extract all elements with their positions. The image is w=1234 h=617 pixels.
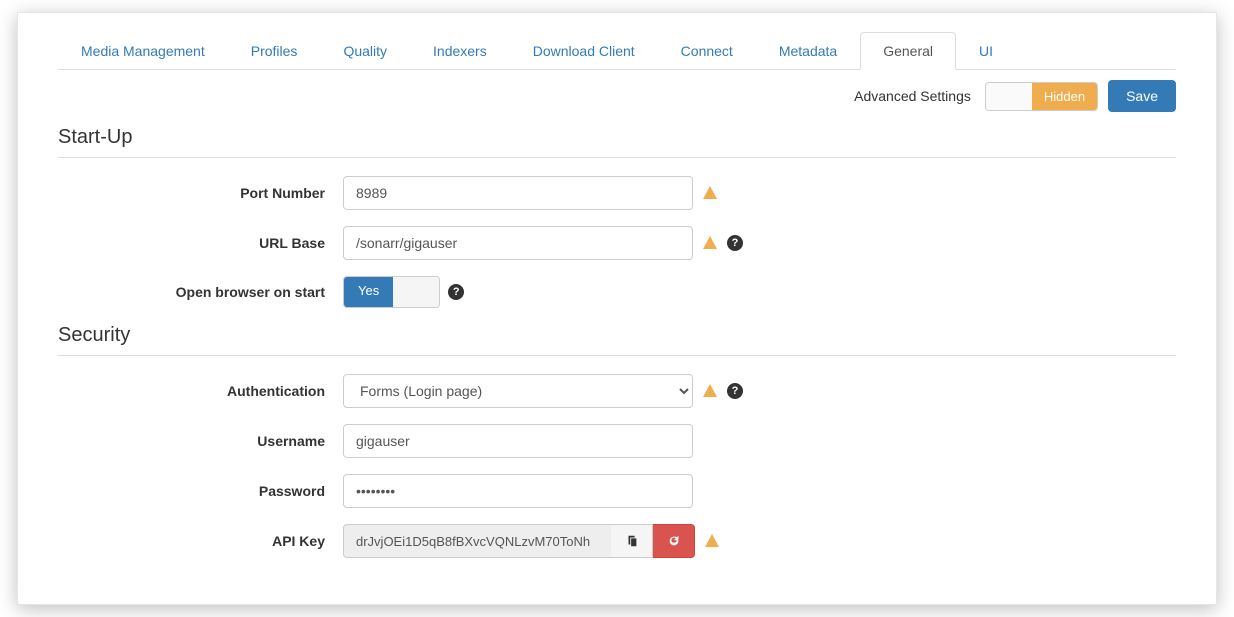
warning-icon [701, 184, 719, 202]
toggle-off-segment[interactable] [393, 277, 439, 307]
tab-download-client[interactable]: Download Client [510, 32, 658, 70]
tab-ui[interactable]: UI [956, 32, 1016, 70]
help-icon[interactable]: ? [727, 235, 743, 251]
help-icon[interactable]: ? [448, 284, 464, 300]
section-title-startup: Start-Up [58, 126, 1176, 158]
api-key-regenerate-button[interactable] [653, 524, 695, 558]
toggle-hidden-segment[interactable]: Hidden [1032, 83, 1097, 110]
advanced-settings-label: Advanced Settings [854, 88, 971, 104]
section-title-security: Security [58, 324, 1176, 356]
help-icon[interactable]: ? [727, 383, 743, 399]
tab-profiles[interactable]: Profiles [228, 32, 321, 70]
api-key-input[interactable] [343, 524, 611, 558]
warning-icon [703, 532, 721, 550]
api-key-group [343, 524, 695, 558]
row-open-browser: Open browser on start Yes ? [58, 276, 1176, 308]
tab-connect[interactable]: Connect [658, 32, 756, 70]
row-password: Password [58, 474, 1176, 508]
authentication-label: Authentication [58, 383, 343, 399]
open-browser-label: Open browser on start [58, 284, 343, 300]
copy-icon [623, 532, 641, 550]
url-base-label: URL Base [58, 235, 343, 251]
toolbar: Advanced Settings Hidden Save [58, 80, 1176, 112]
tab-indexers[interactable]: Indexers [410, 32, 510, 70]
tab-media-management[interactable]: Media Management [58, 32, 228, 70]
save-button[interactable]: Save [1108, 80, 1176, 112]
port-number-label: Port Number [58, 185, 343, 201]
row-port-number: Port Number [58, 176, 1176, 210]
settings-panel: Media Management Profiles Quality Indexe… [17, 12, 1217, 605]
toggle-shown-segment[interactable] [986, 83, 1032, 110]
username-input[interactable] [343, 424, 693, 458]
password-input[interactable] [343, 474, 693, 508]
advanced-settings-toggle[interactable]: Hidden [985, 82, 1098, 111]
api-key-copy-button[interactable] [611, 524, 653, 558]
password-label: Password [58, 483, 343, 499]
tabs-bar: Media Management Profiles Quality Indexe… [58, 31, 1176, 70]
tab-metadata[interactable]: Metadata [756, 32, 860, 70]
url-base-input[interactable] [343, 226, 693, 260]
row-authentication: Authentication Forms (Login page) ? [58, 374, 1176, 408]
toggle-yes[interactable]: Yes [344, 277, 393, 307]
port-number-input[interactable] [343, 176, 693, 210]
authentication-select[interactable]: Forms (Login page) [343, 374, 693, 408]
row-api-key: API Key [58, 524, 1176, 558]
username-label: Username [58, 433, 343, 449]
row-url-base: URL Base ? [58, 226, 1176, 260]
api-key-label: API Key [58, 533, 343, 549]
warning-icon [701, 234, 719, 252]
tab-quality[interactable]: Quality [320, 32, 410, 70]
tab-general[interactable]: General [860, 32, 956, 70]
refresh-icon [665, 532, 683, 550]
warning-icon [701, 382, 719, 400]
open-browser-toggle[interactable]: Yes [343, 276, 440, 308]
row-username: Username [58, 424, 1176, 458]
